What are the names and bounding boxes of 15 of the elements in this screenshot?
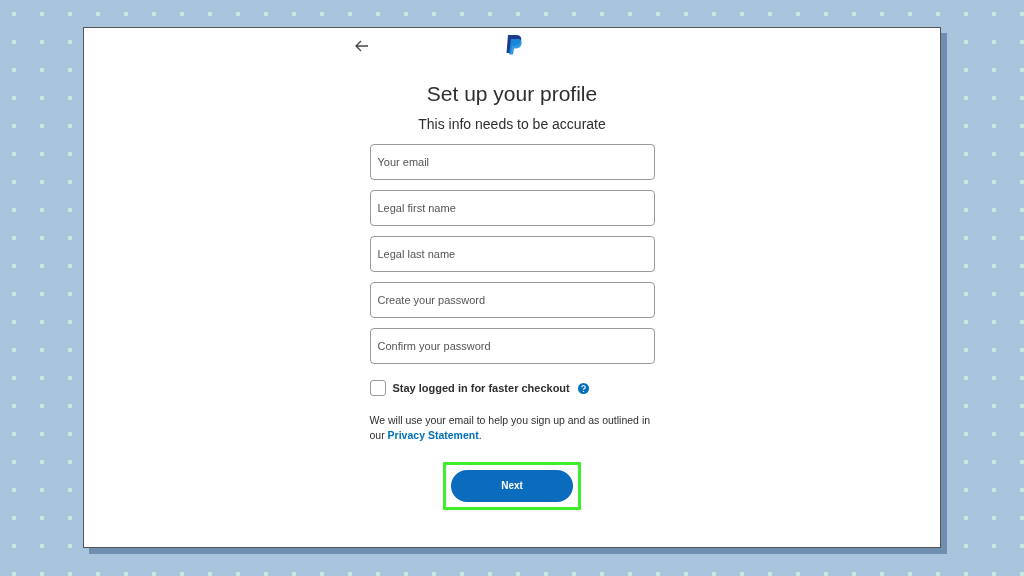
input-field[interactable]: Your email xyxy=(369,144,655,180)
checkbox-label: Stay logged in for faster checkout xyxy=(392,381,570,396)
logo-icon xyxy=(504,34,523,56)
privacy-link[interactable]: Privacy Statement xyxy=(387,428,479,441)
checkbox[interactable] xyxy=(369,380,386,397)
input-field[interactable]: Confirm your password xyxy=(369,328,655,364)
page-subtitle: This info needs to be accurate xyxy=(418,115,606,133)
back-arrow-icon[interactable] xyxy=(354,40,369,52)
page-title: Set up your profile xyxy=(426,81,598,107)
input-field[interactable]: Legal last name xyxy=(369,236,655,272)
input-field[interactable]: Legal first name xyxy=(369,190,655,226)
privacy-notice: We will use your email to help you sign up and as outlined in our Privacy Statement. xyxy=(369,412,652,443)
next-button[interactable]: Next xyxy=(451,469,573,502)
help-icon[interactable] xyxy=(577,382,589,394)
input-field[interactable]: Create your password xyxy=(369,282,655,318)
